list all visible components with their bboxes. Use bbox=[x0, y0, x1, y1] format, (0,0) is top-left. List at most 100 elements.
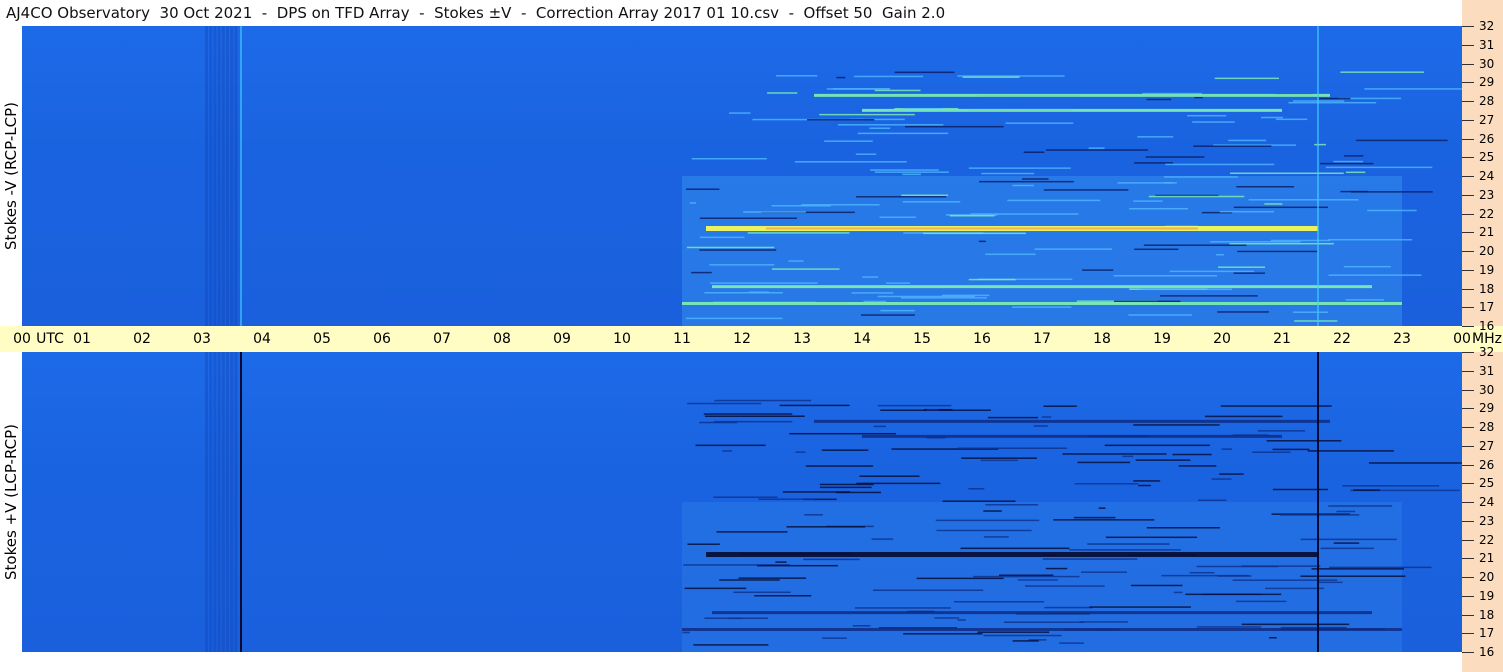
noise-streak bbox=[902, 201, 961, 203]
noise-streak bbox=[1117, 182, 1177, 184]
utc-tick-label: 00 bbox=[1453, 331, 1471, 347]
noise-streak bbox=[960, 547, 1070, 550]
noise-streak bbox=[699, 249, 777, 251]
noise-streak bbox=[1192, 121, 1235, 123]
noise-streak bbox=[728, 112, 751, 114]
noise-streak bbox=[776, 75, 818, 77]
noise-streak bbox=[1198, 499, 1227, 502]
noise-streak bbox=[1228, 139, 1267, 142]
interference-stripe bbox=[221, 26, 225, 326]
noise-streak bbox=[879, 216, 916, 218]
noise-streak bbox=[1017, 579, 1058, 581]
noise-streak bbox=[1041, 416, 1052, 418]
noise-streak bbox=[961, 457, 1037, 459]
noise-streak bbox=[981, 172, 1035, 175]
noise-streak bbox=[1272, 488, 1328, 491]
noise-streak bbox=[1230, 172, 1344, 175]
noise-streak bbox=[704, 292, 783, 294]
noise-streak bbox=[1269, 636, 1277, 639]
noise-streak bbox=[902, 173, 921, 176]
noise-streak bbox=[1034, 248, 1113, 250]
noise-streak bbox=[837, 124, 944, 126]
frequency-tick-label: 18 bbox=[1479, 281, 1495, 296]
interference-stripe bbox=[221, 352, 225, 652]
noise-streak bbox=[1173, 591, 1183, 594]
noise-streak bbox=[1266, 440, 1342, 442]
noise-streak bbox=[1328, 238, 1413, 241]
noise-streak bbox=[1233, 206, 1329, 209]
noise-streak bbox=[934, 617, 960, 619]
noise-streak bbox=[786, 526, 866, 528]
noise-streak bbox=[1300, 575, 1406, 577]
noise-streak bbox=[854, 75, 924, 78]
noise-streak bbox=[775, 561, 787, 563]
noise-streak bbox=[1194, 96, 1203, 99]
utc-tick-label: 09 bbox=[553, 331, 571, 347]
noise-streak bbox=[685, 317, 783, 320]
noise-streak bbox=[1044, 606, 1093, 609]
noise-streak bbox=[962, 76, 1020, 78]
noise-streak bbox=[1185, 593, 1282, 596]
utc-tick-label: 17 bbox=[1033, 331, 1051, 347]
frequency-tick-label: 30 bbox=[1479, 56, 1495, 71]
noise-streak bbox=[873, 589, 984, 592]
noise-streak bbox=[1129, 207, 1189, 210]
emission-band bbox=[712, 285, 1372, 289]
utc-tick-label: 04 bbox=[253, 331, 271, 347]
noise-streak bbox=[1098, 507, 1106, 509]
noise-streak bbox=[1165, 163, 1275, 166]
frequency-tick bbox=[1462, 464, 1474, 466]
interference-stripe bbox=[226, 26, 229, 326]
frequency-tick-label: 16 bbox=[1479, 645, 1495, 659]
top-frequency-axis: 16 17 18 19 20 21 22 23 24 25 26 27 28 29 30 31 32 bbox=[1462, 0, 1503, 333]
noise-streak bbox=[999, 574, 1054, 577]
noise-streak bbox=[869, 127, 891, 129]
noise-streak bbox=[1314, 143, 1326, 146]
frequency-tick bbox=[1462, 194, 1474, 196]
noise-streak bbox=[886, 282, 911, 284]
noise-streak bbox=[1351, 191, 1433, 193]
noise-streak bbox=[1319, 97, 1351, 100]
noise-streak bbox=[821, 449, 869, 451]
noise-streak bbox=[1355, 139, 1448, 142]
noise-streak bbox=[983, 634, 1062, 637]
noise-streak bbox=[949, 214, 995, 217]
noise-streak bbox=[979, 180, 1074, 183]
frequency-tick bbox=[1462, 288, 1474, 290]
noise-streak bbox=[1148, 195, 1245, 198]
noise-streak bbox=[957, 447, 1067, 449]
noise-streak bbox=[980, 459, 1019, 462]
noise-streak bbox=[1342, 485, 1440, 487]
frequency-tick bbox=[1462, 352, 1474, 353]
bottom-panel-ylabel: Stokes +V (LCP-RCP) bbox=[0, 352, 22, 652]
noise-streak bbox=[1292, 311, 1329, 313]
frequency-tick-label: 24 bbox=[1479, 495, 1495, 509]
spectrogram-stokes-minus-v bbox=[22, 26, 1462, 326]
frequency-tick-label: 32 bbox=[1479, 19, 1495, 33]
interference-stripe bbox=[205, 26, 208, 326]
noise-streak bbox=[957, 619, 966, 621]
noise-streak bbox=[1169, 270, 1254, 273]
noise-streak bbox=[1022, 178, 1049, 180]
frequency-tick bbox=[1462, 269, 1474, 271]
noise-streak bbox=[985, 504, 1039, 506]
noise-streak bbox=[1046, 149, 1149, 151]
noise-streak bbox=[801, 204, 880, 206]
noise-streak bbox=[942, 500, 1016, 502]
frequency-tick bbox=[1462, 539, 1474, 541]
noise-streak bbox=[1320, 162, 1374, 165]
utc-tick-label: 12 bbox=[733, 331, 751, 347]
frequency-tick bbox=[1462, 652, 1474, 653]
noise-streak bbox=[968, 278, 1016, 281]
noise-streak bbox=[1221, 448, 1233, 450]
noise-streak bbox=[1345, 299, 1384, 301]
frequency-tick-label: 18 bbox=[1479, 607, 1495, 622]
noise-streak bbox=[710, 282, 818, 284]
frequency-tick-label: 30 bbox=[1479, 382, 1495, 397]
noise-streak bbox=[836, 491, 882, 494]
noise-streak bbox=[873, 425, 886, 428]
noise-streak bbox=[905, 125, 1004, 128]
frequency-tick bbox=[1462, 502, 1474, 503]
noise-streak bbox=[713, 420, 793, 423]
noise-streak bbox=[1196, 626, 1262, 628]
